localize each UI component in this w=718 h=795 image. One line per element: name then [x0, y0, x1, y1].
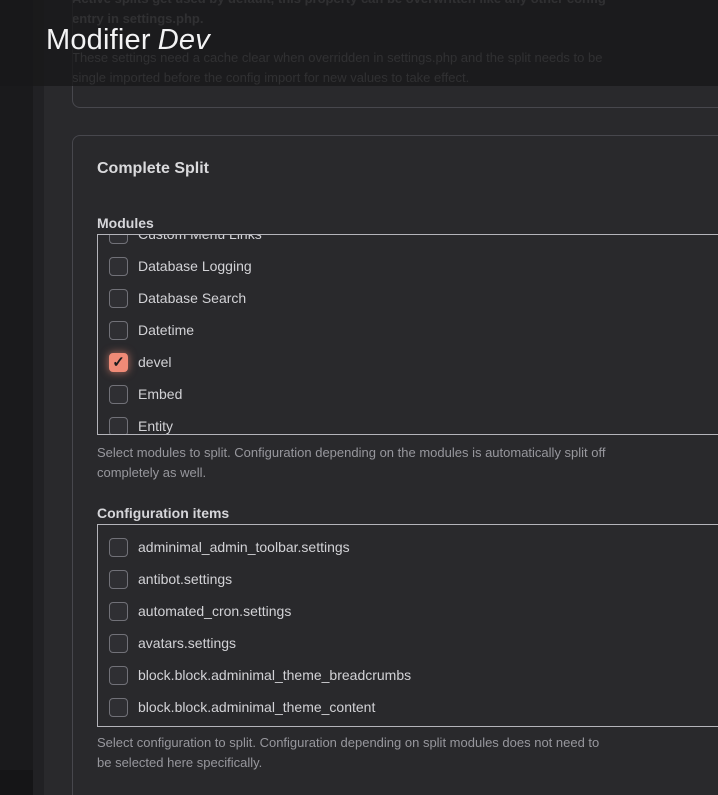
checkbox[interactable] — [109, 417, 128, 436]
checkbox[interactable] — [109, 257, 128, 276]
checkbox-label: Embed — [138, 386, 182, 402]
modules-listbox[interactable]: Custom Menu Links Database Logging Datab… — [97, 234, 718, 435]
list-item[interactable]: automated_cron.settings — [98, 595, 718, 627]
config-items-label: Configuration items — [97, 505, 229, 521]
checkbox-label: Custom Menu Links — [138, 234, 262, 242]
list-item[interactable]: Embed — [98, 378, 718, 410]
checkbox-label: block.block.adminimal_theme_content — [138, 699, 375, 715]
config-items-description: Select configuration to split. Configura… — [97, 733, 609, 773]
list-item[interactable]: block.block.adminimal_theme_breadcrumbs — [98, 659, 718, 691]
list-item[interactable]: adminimal_admin_toolbar.settings — [98, 531, 718, 563]
checkbox-label: avatars.settings — [138, 635, 236, 651]
list-item[interactable]: block.block.adminimal_theme_content — [98, 691, 718, 723]
checkbox[interactable] — [109, 698, 128, 717]
list-item[interactable]: Entity — [98, 410, 718, 435]
list-item[interactable]: Datetime — [98, 314, 718, 346]
checkbox[interactable] — [109, 385, 128, 404]
checkbox-label: automated_cron.settings — [138, 603, 291, 619]
checkbox[interactable] — [109, 289, 128, 308]
modules-list: Custom Menu Links Database Logging Datab… — [98, 234, 718, 435]
modules-label: Modules — [97, 215, 154, 231]
checkbox-label: devel — [138, 354, 171, 370]
complete-split-fieldset: Complete Split Modules Custom Menu Links… — [72, 135, 718, 795]
checkbox[interactable] — [109, 570, 128, 589]
checkbox-label: Datetime — [138, 322, 194, 338]
checkbox-label: Database Logging — [138, 258, 252, 274]
page-title-text: Modifier — [46, 24, 151, 56]
modules-description: Select modules to split. Configuration d… — [97, 443, 609, 483]
checkbox[interactable] — [109, 321, 128, 340]
sticky-header: ModifierDev — [0, 0, 718, 86]
checkbox-label: Entity — [138, 418, 173, 434]
checkbox-label: Database Search — [138, 290, 246, 306]
left-rail-inner — [33, 0, 44, 795]
checkbox-label: adminimal_admin_toolbar.settings — [138, 539, 350, 555]
config-items-listbox[interactable]: adminimal_admin_toolbar.settings antibot… — [97, 524, 718, 727]
list-item[interactable]: antibot.settings — [98, 563, 718, 595]
left-rail — [0, 0, 33, 795]
page-title: ModifierDev — [46, 24, 210, 57]
page-title-emphasis: Dev — [158, 24, 210, 56]
checkbox-checked[interactable] — [109, 353, 128, 372]
fieldset-title: Complete Split — [97, 160, 209, 178]
list-item[interactable]: avatars.settings — [98, 627, 718, 659]
checkbox[interactable] — [109, 634, 128, 653]
list-item[interactable]: devel — [98, 346, 718, 378]
checkbox-label: block.block.adminimal_theme_breadcrumbs — [138, 667, 411, 683]
checkbox[interactable] — [109, 538, 128, 557]
checkbox-label: antibot.settings — [138, 571, 232, 587]
list-item[interactable]: Database Logging — [98, 250, 718, 282]
left-rail-footer — [0, 770, 33, 795]
checkbox[interactable] — [109, 666, 128, 685]
config-items-list: adminimal_admin_toolbar.settings antibot… — [98, 525, 718, 723]
checkbox[interactable] — [109, 234, 128, 244]
list-item[interactable]: Database Search — [98, 282, 718, 314]
checkbox[interactable] — [109, 602, 128, 621]
list-item[interactable]: Custom Menu Links — [98, 234, 718, 250]
